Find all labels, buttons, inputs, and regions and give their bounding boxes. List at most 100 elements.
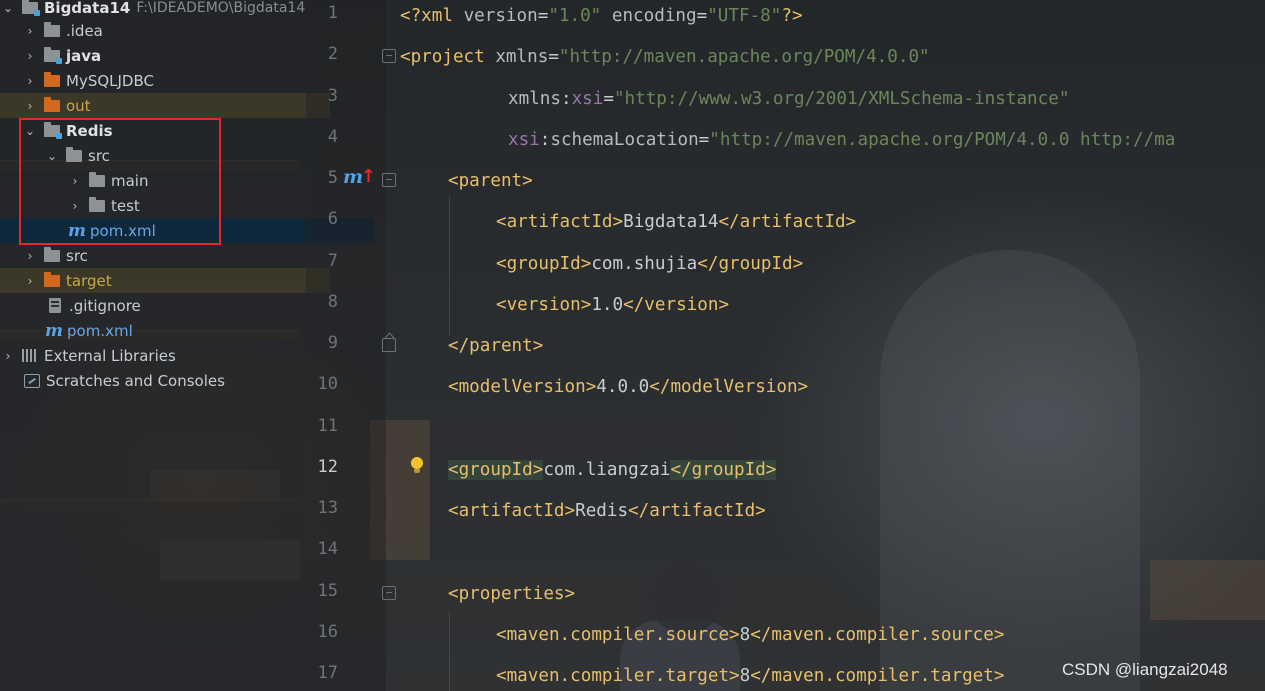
chevron-right-icon[interactable]: › [24,74,36,88]
tree-item-out[interactable]: › out [0,93,330,118]
line-number: 14 [317,539,338,559]
chevron-right-icon[interactable]: › [69,199,81,213]
fold-open-icon[interactable] [382,49,396,63]
code-line-2[interactable]: <project xmlns="http://maven.apache.org/… [400,43,930,71]
project-tree: ⌄ Bigdata14 F:\IDEADEMO\Bigdata14 › .ide… [0,0,374,691]
tree-root[interactable]: ⌄ Bigdata14 F:\IDEADEMO\Bigdata14 [0,0,308,20]
tree-item-label: .idea [66,21,103,40]
chevron-right-icon[interactable]: › [24,249,36,263]
code-line-3[interactable]: xmlns:xsi="http://www.w3.org/2001/XMLSch… [508,85,1069,113]
tree-item-mysqljdbc[interactable]: › MySQLJDBC [0,68,330,93]
properties-open-tag: <properties> [448,584,576,604]
file-icon [49,298,61,313]
tree-item-label: External Libraries [44,346,176,365]
chevron-right-icon[interactable]: › [24,274,36,288]
line-number: 10 [317,374,338,394]
line-number: 16 [317,622,338,642]
line-number: 5 [327,168,338,188]
tree-item-redis-src[interactable]: ⌄ src [0,143,352,168]
parent-open-tag: <parent> [448,171,533,191]
code-line-12[interactable]: <groupId>com.liangzai</groupId> [448,456,777,484]
chevron-down-icon[interactable]: ⌄ [46,149,58,163]
line-number: 13 [317,498,338,518]
line-number: 17 [317,663,338,683]
chevron-right-icon[interactable]: › [24,49,36,63]
module-folder-icon [44,46,62,64]
code-line-4[interactable]: xsi:schemaLocation="http://maven.apache.… [508,126,1175,154]
tree-item-java[interactable]: › java [0,43,330,68]
code-line-9[interactable]: </parent> [448,332,543,360]
maven-icon: m [68,220,86,241]
lightbulb-icon[interactable] [411,457,423,473]
tree-item-src[interactable]: › src [0,243,330,268]
tree-item-label: .gitignore [69,296,141,315]
code-line-13[interactable]: <artifactId>Redis</artifactId> [448,497,766,525]
tree-item-label: java [66,46,102,65]
tree-item-label: pom.xml [90,221,156,240]
chevron-right-icon[interactable]: › [24,99,36,113]
fold-open-icon[interactable] [382,173,396,187]
chevron-down-icon[interactable]: ⌄ [2,1,14,15]
tree-item-label: src [66,246,88,265]
line-number: 3 [327,86,338,106]
line-number: 15 [317,581,338,601]
chevron-right-icon[interactable]: › [2,349,14,363]
chevron-down-icon[interactable]: ⌄ [24,124,36,138]
tree-item-root-pom[interactable]: m pom.xml [0,318,351,343]
code-line-10[interactable]: <modelVersion>4.0.0</modelVersion> [448,373,808,401]
line-number: 8 [327,292,338,312]
line-number: 7 [327,251,338,271]
tree-item-redis[interactable]: ⌄ Redis [0,118,330,143]
scratches-icon [24,373,40,388]
tree-item-label: pom.xml [67,321,133,340]
folder-icon [44,246,60,262]
chevron-right-icon[interactable]: › [69,174,81,188]
chevron-right-icon[interactable]: › [24,24,36,38]
tree-item-label: MySQLJDBC [66,71,154,90]
parent-close-tag: </parent> [448,336,544,356]
fold-open-icon[interactable] [382,586,396,600]
code-line-1[interactable]: <?xml version="1.0" encoding="UTF-8"?> [400,2,803,30]
tree-item-external-libraries[interactable]: › External Libraries [0,343,308,368]
folder-icon [44,21,60,37]
tree-item-label: test [111,196,140,215]
indent-guide [449,612,450,691]
tree-item-scratches[interactable]: Scratches and Consoles [0,368,330,393]
folder-icon [89,196,105,212]
folder-icon [44,96,60,112]
code-line-6[interactable]: <artifactId>Bigdata14</artifactId> [496,208,856,236]
folder-icon [44,71,60,87]
tree-item-idea[interactable]: › .idea [0,18,330,43]
module-folder-icon [44,121,62,139]
tree-root-path: F:\IDEADEMO\Bigdata14 [136,0,306,16]
libraries-icon [22,349,38,362]
code-line-8[interactable]: <version>1.0</version> [496,291,729,319]
module-folder-icon [22,0,40,16]
tree-item-label: out [66,96,91,115]
tree-item-gitignore[interactable]: .gitignore [0,293,352,318]
code-line-15[interactable]: <properties> [448,580,575,608]
line-number: 1 [327,3,338,23]
line-number: 4 [327,127,338,147]
line-number: 9 [327,333,338,353]
tree-item-label: main [111,171,149,190]
folder-icon [66,146,82,162]
arrow-up-icon[interactable]: ↑ [361,166,376,187]
code-line-16[interactable]: <maven.compiler.source>8</maven.compiler… [496,621,1004,649]
tree-item-label: Redis [66,121,113,140]
indent-guide [449,196,450,336]
code-line-5[interactable]: <parent> [448,167,533,195]
tree-item-label: target [66,271,112,290]
maven-icon: m [45,320,63,341]
tree-item-target[interactable]: › target [0,268,330,293]
tree-item-label: Scratches and Consoles [46,371,225,390]
code-line-17[interactable]: <maven.compiler.target>8</maven.compiler… [496,662,1004,690]
folder-icon [89,171,105,187]
line-number: 11 [317,416,338,436]
line-number: 6 [327,209,338,229]
fold-close-icon[interactable] [382,338,396,352]
tree-item-label: src [88,146,110,165]
tree-root-label: Bigdata14 [44,0,131,17]
code-line-7[interactable]: <groupId>com.shujia</groupId> [496,250,803,278]
csdn-watermark: CSDN @liangzai2048 [1062,660,1228,679]
